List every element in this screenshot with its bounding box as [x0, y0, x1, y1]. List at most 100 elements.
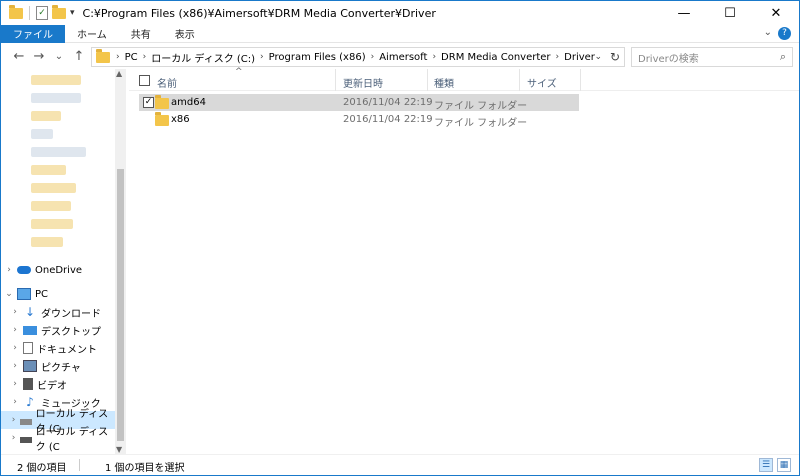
- up-button[interactable]: ↑: [69, 49, 89, 64]
- blurred-quick-access-item[interactable]: [31, 147, 86, 157]
- blurred-quick-access-item[interactable]: [31, 201, 71, 211]
- sidebar-item-pictures[interactable]: › ピクチャ: [1, 357, 115, 375]
- blurred-quick-access-item[interactable]: [31, 93, 81, 103]
- tab-view[interactable]: 表示: [163, 25, 207, 43]
- breadcrumb-local-disk[interactable]: ローカル ディスク (C:): [151, 50, 255, 65]
- column-divider[interactable]: [519, 69, 520, 91]
- tab-share[interactable]: 共有: [119, 25, 163, 43]
- desktop-icon: [23, 325, 37, 335]
- breadcrumb-chevron[interactable]: ›: [143, 52, 147, 62]
- breadcrumb-chevron[interactable]: ›: [116, 52, 120, 62]
- navigation-pane: › OneDrive ⌄ PC › ↓ ダウンロード › デスクトップ › ドキ…: [1, 69, 126, 454]
- expand-arrow-icon[interactable]: ›: [7, 343, 23, 353]
- scroll-down-icon[interactable]: ▼: [116, 445, 122, 454]
- breadcrumb-program-files[interactable]: Program Files (x86): [269, 52, 366, 63]
- breadcrumb-chevron[interactable]: ›: [260, 52, 264, 62]
- breadcrumb-chevron[interactable]: ›: [371, 52, 375, 62]
- file-type: ファイル フォルダー: [434, 118, 528, 129]
- sidebar-item-pc[interactable]: ⌄ PC: [1, 285, 115, 303]
- select-all-checkbox[interactable]: [139, 75, 150, 86]
- search-icon[interactable]: ⌕: [780, 50, 786, 64]
- file-name: x86: [171, 114, 190, 125]
- breadcrumb-aimersoft[interactable]: Aimersoft: [379, 52, 427, 63]
- quick-access-toolbar: ✓ ▾: [1, 4, 75, 20]
- address-history-icon[interactable]: ⌄: [594, 52, 602, 62]
- sidebar-item-local-disk-2[interactable]: › ローカル ディスク (C: [1, 427, 115, 453]
- column-divider[interactable]: [335, 69, 336, 91]
- recent-locations-button[interactable]: ⌄: [49, 51, 69, 62]
- sidebar-item-label: ローカル ディスク (C: [35, 427, 109, 453]
- help-icon[interactable]: ?: [778, 27, 791, 40]
- column-divider[interactable]: [427, 69, 428, 91]
- expand-arrow-icon[interactable]: ›: [1, 265, 17, 275]
- picture-icon: [23, 360, 37, 372]
- breadcrumb-driver[interactable]: Driver: [564, 52, 595, 63]
- explorer-window: ✓ ▾ C:¥Program Files (x86)¥Aimersoft¥DRM…: [0, 0, 800, 476]
- sidebar-item-documents[interactable]: › ドキュメント: [1, 339, 115, 357]
- navigation-bar: ← → ⌄ ↑ › PC › ローカル ディスク (C:) › Program …: [1, 44, 799, 69]
- column-name[interactable]: 名前: [157, 75, 177, 90]
- blurred-quick-access-item[interactable]: [31, 75, 81, 85]
- new-folder-icon[interactable]: [52, 4, 66, 19]
- customize-toolbar-icon[interactable]: ▾: [70, 8, 75, 18]
- scroll-up-icon[interactable]: ▲: [116, 69, 122, 78]
- column-divider[interactable]: [580, 69, 581, 91]
- sidebar-item-label: ドキュメント: [37, 344, 97, 356]
- file-list: ^ 名前 更新日時 種類 サイズ ✓ amd64 2016/11/04 22:1…: [129, 67, 799, 454]
- cloud-icon: [17, 266, 31, 274]
- sidebar-item-label: OneDrive: [35, 264, 83, 276]
- expand-arrow-icon[interactable]: ›: [7, 361, 23, 371]
- selection-count: 1 個の項目を選択: [105, 463, 185, 474]
- sidebar-item-downloads[interactable]: › ↓ ダウンロード: [1, 303, 115, 321]
- blurred-quick-access-item[interactable]: [31, 237, 63, 247]
- blurred-quick-access-item[interactable]: [31, 219, 73, 229]
- expand-arrow-icon[interactable]: ›: [7, 415, 20, 425]
- sort-ascending-icon: ^: [235, 67, 243, 77]
- breadcrumb-chevron[interactable]: ›: [556, 52, 560, 62]
- expand-ribbon-icon[interactable]: ⌄: [764, 27, 772, 40]
- breadcrumb-chevron[interactable]: ›: [432, 52, 436, 62]
- file-date: 2016/11/04 22:19: [343, 97, 433, 108]
- close-button[interactable]: ✕: [753, 1, 799, 25]
- breadcrumb-pc[interactable]: PC: [125, 52, 138, 63]
- scrollbar-thumb[interactable]: [117, 169, 124, 441]
- minimize-button[interactable]: —: [661, 1, 707, 25]
- blurred-quick-access-item[interactable]: [31, 129, 53, 139]
- blurred-quick-access-item[interactable]: [31, 165, 66, 175]
- breadcrumb-drm-media-converter[interactable]: DRM Media Converter: [441, 52, 550, 63]
- blurred-quick-access-item[interactable]: [31, 111, 61, 121]
- expand-arrow-icon[interactable]: ›: [7, 379, 23, 389]
- column-type[interactable]: 種類: [434, 75, 454, 90]
- maximize-button[interactable]: ☐: [707, 1, 753, 25]
- ribbon-right-controls: ⌄ ?: [764, 27, 791, 40]
- expand-arrow-icon[interactable]: ›: [7, 325, 23, 335]
- forward-button[interactable]: →: [29, 49, 49, 64]
- tab-file[interactable]: ファイル: [1, 24, 65, 43]
- search-placeholder: Driverの検索: [638, 53, 699, 65]
- back-button[interactable]: ←: [9, 49, 29, 64]
- column-size[interactable]: サイズ: [527, 75, 557, 90]
- details-view-icon[interactable]: ☰: [759, 458, 773, 472]
- search-input[interactable]: Driverの検索 ⌕: [631, 47, 793, 67]
- sidebar-item-videos[interactable]: › ビデオ: [1, 375, 115, 393]
- sidebar-item-label: PC: [35, 288, 49, 300]
- file-row[interactable]: x86 2016/11/04 22:19 ファイル フォルダー: [139, 111, 579, 129]
- sidebar-item-onedrive[interactable]: › OneDrive: [1, 261, 115, 279]
- tab-home[interactable]: ホーム: [65, 25, 119, 43]
- large-icons-view-icon[interactable]: ▦: [777, 458, 791, 472]
- sidebar-item-desktop[interactable]: › デスクトップ: [1, 321, 115, 339]
- row-checkbox[interactable]: ✓: [143, 97, 154, 108]
- address-bar[interactable]: › PC › ローカル ディスク (C:) › Program Files (x…: [91, 47, 625, 67]
- expand-arrow-icon[interactable]: ›: [7, 307, 23, 317]
- expand-arrow-icon[interactable]: ›: [7, 433, 20, 443]
- collapse-arrow-icon[interactable]: ⌄: [1, 289, 17, 299]
- refresh-icon[interactable]: ↻: [610, 50, 620, 64]
- column-date[interactable]: 更新日時: [343, 75, 383, 90]
- file-row[interactable]: ✓ amd64 2016/11/04 22:19 ファイル フォルダー: [139, 94, 579, 112]
- expand-arrow-icon[interactable]: ›: [7, 397, 23, 407]
- blurred-quick-access-item[interactable]: [31, 183, 76, 193]
- properties-icon[interactable]: ✓: [36, 6, 48, 20]
- folder-icon[interactable]: [9, 4, 23, 19]
- file-name: amd64: [171, 97, 206, 108]
- navigation-scrollbar[interactable]: ▲ ▼: [115, 69, 126, 454]
